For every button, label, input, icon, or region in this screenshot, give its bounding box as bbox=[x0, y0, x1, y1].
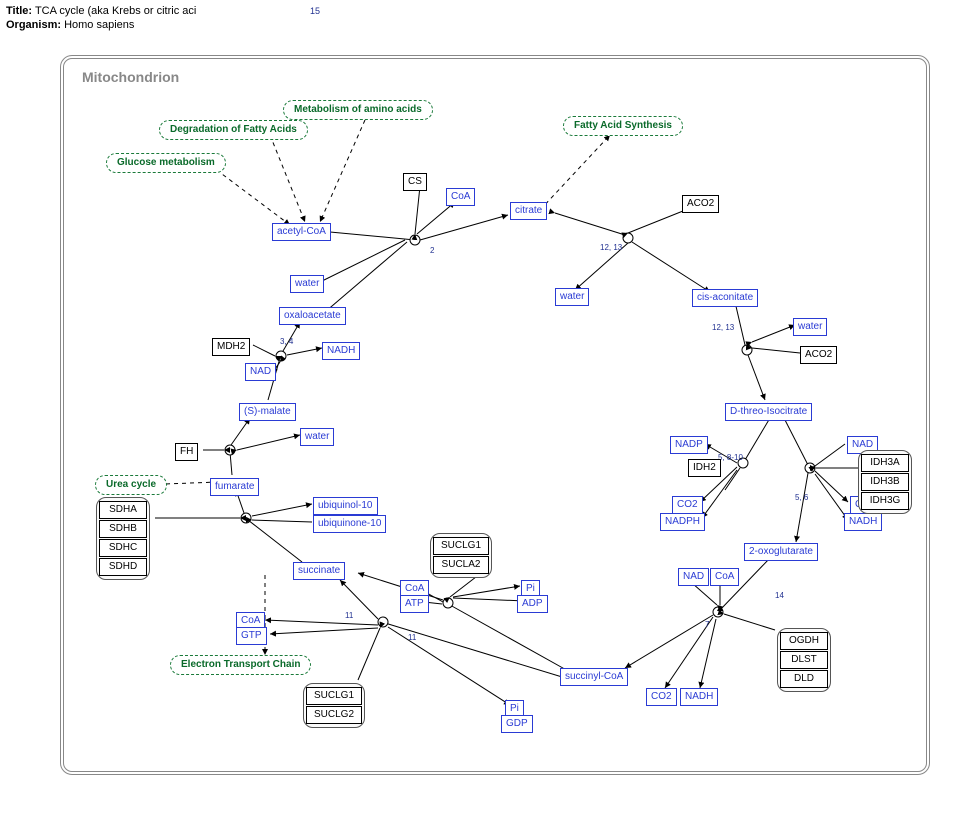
metabolite-coa-bottom[interactable]: CoA bbox=[710, 568, 739, 586]
complex-suclg[interactable]: SUCLG1 SUCLG2 bbox=[303, 683, 365, 728]
metabolite-nadph[interactable]: NADPH bbox=[660, 513, 705, 531]
pathway-fatty-acid-synthesis[interactable]: Fatty Acid Synthesis bbox=[563, 116, 683, 136]
complex-ogdh[interactable]: OGDH DLST DLD bbox=[777, 628, 831, 692]
organism-label: Organism: bbox=[6, 19, 61, 31]
floating-ref-number: 15 bbox=[310, 6, 320, 16]
metabolite-atp[interactable]: ATP bbox=[400, 595, 429, 613]
metabolite-fumarate[interactable]: fumarate bbox=[210, 478, 259, 496]
metabolite-citrate[interactable]: citrate bbox=[510, 202, 547, 220]
gene-aco2-mid[interactable]: ACO2 bbox=[800, 346, 837, 364]
compartment-label: Mitochondrion bbox=[82, 69, 179, 85]
metabolite-nad-left[interactable]: NAD bbox=[245, 363, 276, 381]
metabolite-oxaloacetate[interactable]: oxaloacetate bbox=[279, 307, 346, 325]
complex-idh3[interactable]: IDH3A IDH3B IDH3G bbox=[858, 450, 912, 514]
gene-suclg1-b[interactable]: SUCLG1 bbox=[306, 687, 362, 705]
organism-value: Homo sapiens bbox=[64, 19, 134, 31]
gene-suclg1-a[interactable]: SUCLG1 bbox=[433, 537, 489, 555]
metabolite-water-oaa[interactable]: water bbox=[290, 275, 324, 293]
metabolite-d-threo-isocitrate[interactable]: D-threo-Isocitrate bbox=[725, 403, 812, 421]
pathway-electron-transport-chain[interactable]: Electron Transport Chain bbox=[170, 655, 311, 675]
metabolite-nadh-left[interactable]: NADH bbox=[322, 342, 360, 360]
pathway-degradation-fatty-acids[interactable]: Degradation of Fatty Acids bbox=[159, 120, 308, 140]
gene-sdhd[interactable]: SDHD bbox=[99, 558, 147, 576]
pathway-urea-cycle[interactable]: Urea cycle bbox=[95, 475, 167, 495]
metabolite-coa-cs[interactable]: CoA bbox=[446, 188, 475, 206]
gene-idh3b[interactable]: IDH3B bbox=[861, 473, 909, 491]
metabolite-adp[interactable]: ADP bbox=[517, 595, 548, 613]
gene-idh2[interactable]: IDH2 bbox=[688, 459, 721, 477]
gene-sdhb[interactable]: SDHB bbox=[99, 520, 147, 538]
metabolite-cis-aconitate[interactable]: cis-aconitate bbox=[692, 289, 758, 307]
metabolite-succinyl-coa[interactable]: succinyl-CoA bbox=[560, 668, 628, 686]
pathway-glucose-metabolism[interactable]: Glucose metabolism bbox=[106, 153, 226, 173]
gene-sucla2[interactable]: SUCLA2 bbox=[433, 556, 489, 574]
gene-sdhc[interactable]: SDHC bbox=[99, 539, 147, 557]
gene-idh3g[interactable]: IDH3G bbox=[861, 492, 909, 510]
metabolite-nadh-right[interactable]: NADH bbox=[844, 513, 882, 531]
metabolite-ubiquinone[interactable]: ubiquinone-10 bbox=[313, 515, 386, 533]
title-value: TCA cycle (aka Krebs or citric aci bbox=[35, 5, 196, 17]
title-label: Title: bbox=[6, 5, 32, 17]
metabolite-s-malate[interactable]: (S)-malate bbox=[239, 403, 296, 421]
page-header: Title: TCA cycle (aka Krebs or citric ac… bbox=[6, 4, 196, 32]
metabolite-water-fh[interactable]: water bbox=[300, 428, 334, 446]
metabolite-co2-r1[interactable]: CO2 bbox=[672, 496, 703, 514]
gene-mdh2[interactable]: MDH2 bbox=[212, 338, 250, 356]
complex-sdh[interactable]: SDHA SDHB SDHC SDHD bbox=[96, 497, 150, 580]
metabolite-water-right[interactable]: water bbox=[793, 318, 827, 336]
metabolite-gtp[interactable]: GTP bbox=[236, 627, 267, 645]
metabolite-gdp[interactable]: GDP bbox=[501, 715, 533, 733]
gene-cs[interactable]: CS bbox=[403, 173, 427, 191]
gene-sdha[interactable]: SDHA bbox=[99, 501, 147, 519]
metabolite-water-top[interactable]: water bbox=[555, 288, 589, 306]
gene-dld[interactable]: DLD bbox=[780, 670, 828, 688]
metabolite-ubiquinol[interactable]: ubiquinol-10 bbox=[313, 497, 378, 515]
gene-ogdh[interactable]: OGDH bbox=[780, 632, 828, 650]
gene-suclg2[interactable]: SUCLG2 bbox=[306, 706, 362, 724]
metabolite-nadh-succ[interactable]: NADH bbox=[680, 688, 718, 706]
gene-idh3a[interactable]: IDH3A bbox=[861, 454, 909, 472]
metabolite-nad-bottom[interactable]: NAD bbox=[678, 568, 709, 586]
metabolite-acetyl-coa[interactable]: acetyl-CoA bbox=[272, 223, 331, 241]
gene-aco2-top[interactable]: ACO2 bbox=[682, 195, 719, 213]
metabolite-2-oxoglutarate[interactable]: 2-oxoglutarate bbox=[744, 543, 818, 561]
complex-sucla[interactable]: SUCLG1 SUCLA2 bbox=[430, 533, 492, 578]
gene-dlst[interactable]: DLST bbox=[780, 651, 828, 669]
metabolite-co2-succ[interactable]: CO2 bbox=[646, 688, 677, 706]
metabolite-succinate[interactable]: succinate bbox=[293, 562, 345, 580]
metabolite-nadp[interactable]: NADP bbox=[670, 436, 708, 454]
gene-fh[interactable]: FH bbox=[175, 443, 198, 461]
pathway-metabolism-amino-acids[interactable]: Metabolism of amino acids bbox=[283, 100, 433, 120]
